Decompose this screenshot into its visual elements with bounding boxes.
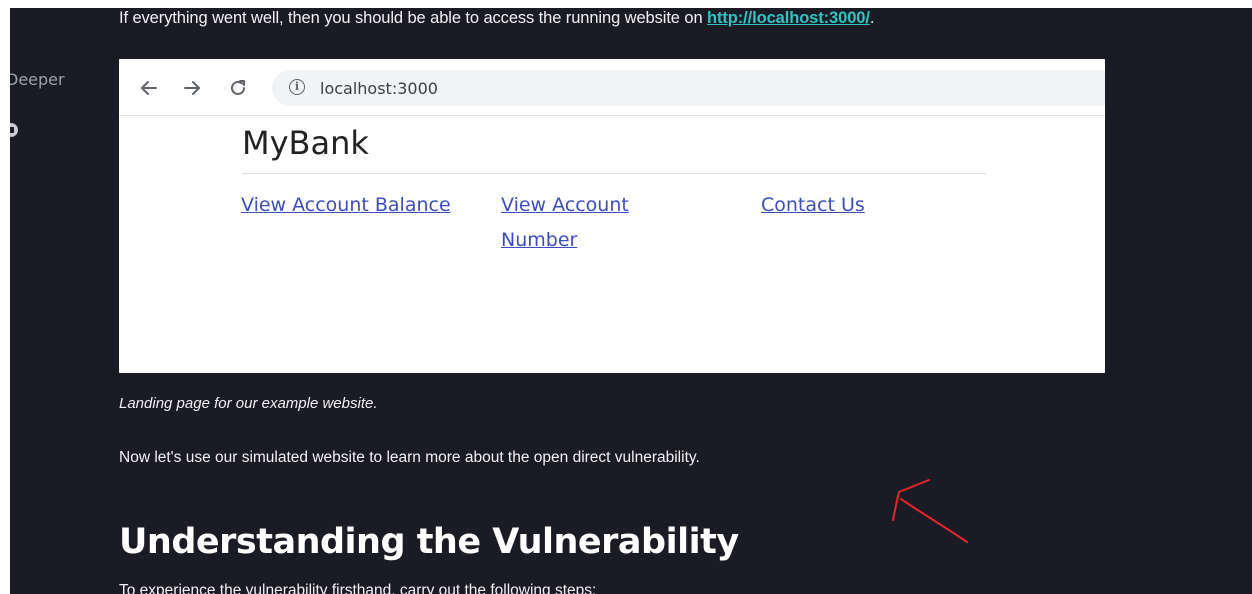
reload-icon[interactable] <box>227 77 249 99</box>
address-bar[interactable]: i localhost:3000 <box>272 70 1105 106</box>
image-caption: Landing page for our example website. <box>119 395 378 412</box>
sidebar-item-deeper[interactable]: Deeper <box>10 70 65 89</box>
intro-end: . <box>869 9 875 27</box>
section-heading: Understanding the Vulnerability <box>119 522 739 562</box>
browser-toolbar: i localhost:3000 <box>119 59 1105 116</box>
circle-badge-icon[interactable] <box>10 123 18 137</box>
contact-us-link[interactable]: Contact Us <box>761 188 865 223</box>
intro-paragraph: If everything went well, then you should… <box>119 9 874 28</box>
view-account-balance-link[interactable]: View Account Balance <box>241 188 451 223</box>
body-paragraph: Now let's use our simulated website to l… <box>119 449 700 466</box>
browser-screenshot: i localhost:3000 MyBank View Account Bal… <box>119 59 1105 373</box>
view-account-number-link[interactable]: View Account Number <box>501 188 691 258</box>
left-sidebar: Deeper <box>10 8 100 594</box>
site-title: MyBank <box>242 124 369 162</box>
documentation-page: Deeper If everything went well, then you… <box>10 8 1252 594</box>
info-icon[interactable]: i <box>289 79 305 95</box>
url-text[interactable]: localhost:3000 <box>320 79 438 98</box>
site-divider <box>242 173 986 174</box>
intro-text: If everything went well, then you should… <box>119 9 708 27</box>
red-arrow-annotation <box>892 479 968 543</box>
steps-intro: To experience the vulnerability firsthan… <box>119 582 597 594</box>
back-arrow-icon[interactable] <box>138 77 160 99</box>
forward-arrow-icon[interactable] <box>181 77 203 99</box>
localhost-link[interactable]: http://localhost:3000/ <box>707 9 870 27</box>
